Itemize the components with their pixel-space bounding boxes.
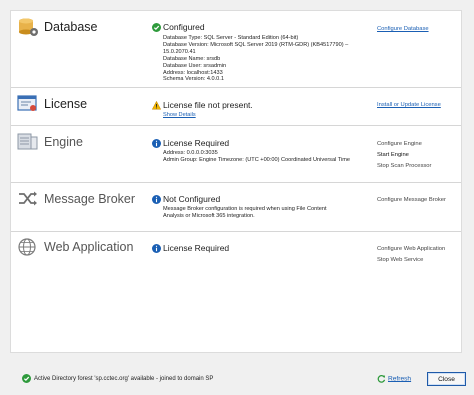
start-engine-button[interactable]: Start Engine xyxy=(377,152,409,158)
detail-line: Admin Group: Engine Timezone: (UTC +00:0… xyxy=(163,156,351,163)
active-directory-status: Active Directory forest 'sp.cctec.org' a… xyxy=(22,374,213,383)
database-status: Configured xyxy=(163,22,205,32)
status-panel: Database Configured Database Type: SQL S… xyxy=(10,10,462,353)
detail-line: 15.0.2070.41 xyxy=(163,48,196,55)
detail-line: Database Type: SQL Server - Standard Edi… xyxy=(163,35,299,41)
detail-line: Message Broker configuration is required… xyxy=(163,206,327,212)
engine-title: Engine xyxy=(44,135,83,149)
close-button[interactable]: Close xyxy=(427,372,466,386)
info-icon xyxy=(152,139,161,148)
web-application-status: License Required xyxy=(163,243,230,253)
configure-web-application-button[interactable]: Configure Web Application xyxy=(377,246,445,252)
refresh-icon xyxy=(377,375,386,383)
check-circle-icon xyxy=(152,23,161,32)
detail-line: Schema Version: 4.0.0.1 xyxy=(163,76,224,83)
database-section: Database Configured Database Type: SQL S… xyxy=(11,11,461,88)
refresh-button[interactable]: Refresh xyxy=(377,374,411,383)
globe-icon xyxy=(18,238,36,256)
install-update-license-link[interactable]: Install or Update License xyxy=(377,102,441,108)
engine-server-icon xyxy=(17,133,38,150)
license-status: License file not present. xyxy=(163,100,253,110)
detail-line: Database Version: Microsoft SQL Server 2… xyxy=(163,41,349,48)
stop-scan-processor-button[interactable]: Stop Scan Processor xyxy=(377,163,431,169)
detail-line: Analysis or Microsoft 365 integration. xyxy=(163,212,255,219)
configure-message-broker-button[interactable]: Configure Message Broker xyxy=(377,197,446,203)
detail-line: Address: 0.0.0.0:3035 xyxy=(163,150,218,156)
info-icon xyxy=(152,195,161,204)
shuffle-icon xyxy=(19,191,37,206)
active-directory-status-text: Active Directory forest 'sp.cctec.org' a… xyxy=(34,376,214,383)
info-icon xyxy=(152,244,161,253)
message-broker-title: Message Broker xyxy=(44,192,136,206)
configure-engine-button[interactable]: Configure Engine xyxy=(377,141,422,147)
database-title: Database xyxy=(44,20,98,34)
configure-database-link[interactable]: Configure Database xyxy=(377,26,429,32)
license-certificate-icon xyxy=(17,95,37,111)
warning-icon xyxy=(152,101,161,110)
message-broker-section: Message Broker Not Configured Message Br… xyxy=(11,183,461,232)
engine-section: Engine License Required Address: 0.0.0.0… xyxy=(11,126,461,183)
web-application-title: Web Application xyxy=(44,240,134,254)
engine-details: Address: 0.0.0.0:3035 Admin Group: Engin… xyxy=(163,150,350,164)
license-section: License License file not present. Show D… xyxy=(11,88,461,126)
database-icon xyxy=(19,18,38,36)
message-broker-details: Message Broker configuration is required… xyxy=(163,206,327,220)
refresh-label[interactable]: Refresh xyxy=(388,375,411,382)
show-details-link[interactable]: Show Details xyxy=(163,112,196,119)
database-details: Database Type: SQL Server - Standard Edi… xyxy=(163,35,348,83)
web-application-section: Web Application License Required Configu… xyxy=(11,232,461,276)
detail-line: Database Name: srsdb xyxy=(163,55,221,62)
message-broker-status: Not Configured xyxy=(163,194,221,204)
detail-line: Address: localhost:1433 xyxy=(163,69,223,76)
engine-status: License Required xyxy=(163,138,230,148)
detail-line: Database User: srsadmin xyxy=(163,62,227,69)
check-circle-icon xyxy=(22,374,31,383)
stop-web-service-button[interactable]: Stop Web Service xyxy=(377,257,423,263)
license-title: License xyxy=(44,97,88,111)
